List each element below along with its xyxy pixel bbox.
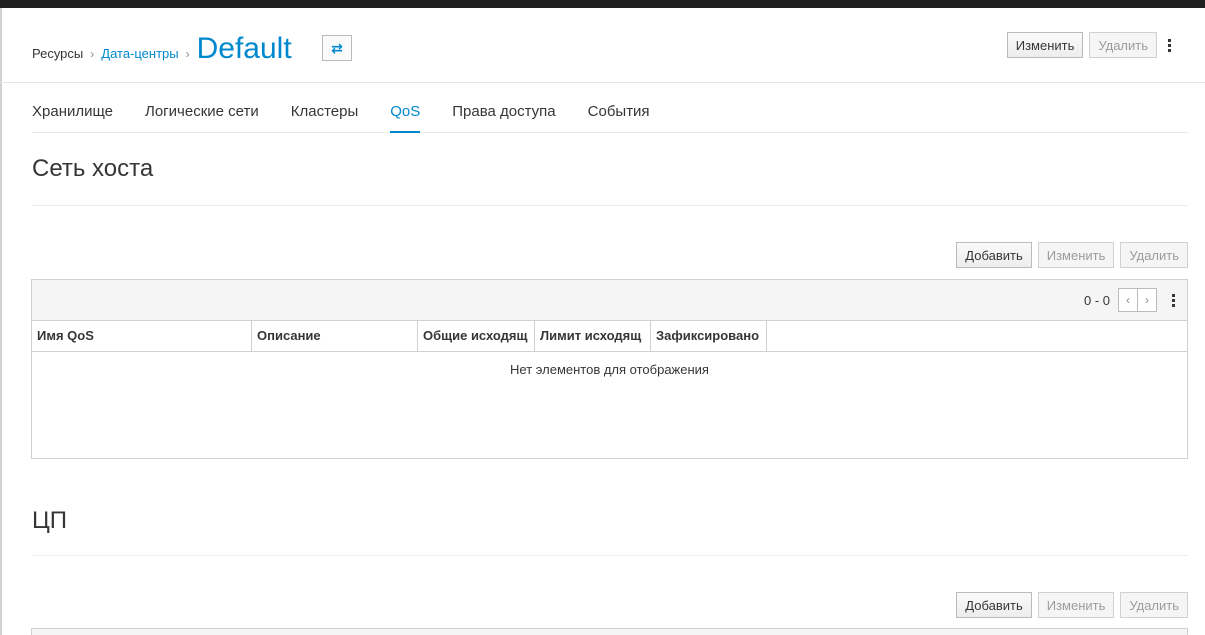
cpu-toolbar: Добавить Изменить Удалить bbox=[956, 592, 1188, 618]
cpu-qos-table bbox=[31, 628, 1188, 635]
page-title: Default bbox=[196, 32, 292, 65]
column-header-description[interactable]: Описание bbox=[252, 321, 418, 351]
breadcrumb-resources: Ресурсы bbox=[32, 46, 84, 61]
cpu-section-title: ЦП bbox=[32, 507, 68, 534]
chevron-right-icon[interactable]: › bbox=[1137, 289, 1156, 311]
page-header: Ресурсы › Дата-центры › Default ⇄ Измени… bbox=[0, 8, 1205, 83]
cpu-add-button[interactable]: Добавить bbox=[956, 592, 1032, 618]
tab-storage[interactable]: Хранилище bbox=[32, 100, 113, 132]
table-kebab-menu-icon[interactable] bbox=[1167, 288, 1179, 312]
breadcrumb-separator-icon: › bbox=[185, 47, 190, 61]
chevron-left-icon[interactable]: ‹ bbox=[1119, 289, 1137, 311]
cpu-delete-button[interactable]: Удалить bbox=[1120, 592, 1188, 618]
detail-tabs: Хранилище Логические сети Кластеры QoS П… bbox=[32, 100, 1188, 133]
empty-table-message: Нет элементов для отображения bbox=[510, 362, 709, 377]
header-delete-button[interactable]: Удалить bbox=[1089, 32, 1157, 58]
column-header-qos-name[interactable]: Имя QoS bbox=[32, 321, 252, 351]
section-divider bbox=[32, 555, 1188, 556]
switch-entity-button[interactable]: ⇄ bbox=[322, 35, 352, 61]
column-header-committed[interactable]: Зафиксировано bbox=[651, 321, 767, 351]
pager-range: 0 - 0 bbox=[1083, 292, 1110, 308]
header-actions: Изменить Удалить bbox=[1006, 32, 1175, 58]
tab-qos[interactable]: QoS bbox=[390, 100, 421, 133]
cpu-edit-button[interactable]: Изменить bbox=[1037, 592, 1115, 618]
column-header-outbound-limit[interactable]: Лимит исходящ bbox=[535, 321, 651, 351]
tab-events[interactable]: События bbox=[588, 100, 650, 132]
breadcrumb-datacenters-link[interactable]: Дата-центры bbox=[101, 46, 178, 61]
host-network-delete-button[interactable]: Удалить bbox=[1120, 242, 1188, 268]
host-network-section-title: Сеть хоста bbox=[32, 155, 154, 182]
top-bar bbox=[0, 0, 1205, 8]
host-network-qos-table: 0 - 0 ‹ › Имя QoS Описание Общие исходящ… bbox=[31, 279, 1188, 459]
tab-clusters[interactable]: Кластеры bbox=[291, 100, 359, 132]
column-header-outbound-shared[interactable]: Общие исходящ bbox=[418, 321, 535, 351]
table-body: Нет элементов для отображения bbox=[32, 352, 1187, 458]
header-kebab-menu-icon[interactable] bbox=[1163, 32, 1175, 58]
pager-arrows: ‹ › bbox=[1118, 288, 1157, 312]
swap-arrows-icon: ⇄ bbox=[331, 39, 343, 56]
tab-logical-networks[interactable]: Логические сети bbox=[145, 100, 259, 132]
left-edge-border bbox=[0, 8, 2, 635]
table-toolbar: 0 - 0 ‹ › bbox=[32, 280, 1187, 321]
host-network-toolbar: Добавить Изменить Удалить bbox=[956, 242, 1188, 268]
tab-permissions[interactable]: Права доступа bbox=[452, 100, 555, 132]
host-network-add-button[interactable]: Добавить bbox=[956, 242, 1032, 268]
breadcrumb: Ресурсы › Дата-центры › Default bbox=[32, 34, 292, 64]
pager: 0 - 0 ‹ › bbox=[1084, 288, 1179, 312]
table-header: Имя QoS Описание Общие исходящ Лимит исх… bbox=[32, 321, 1187, 352]
host-network-edit-button[interactable]: Изменить bbox=[1037, 242, 1115, 268]
breadcrumb-separator-icon: › bbox=[90, 47, 95, 61]
section-divider bbox=[32, 205, 1188, 206]
header-edit-button[interactable]: Изменить bbox=[1006, 32, 1084, 58]
